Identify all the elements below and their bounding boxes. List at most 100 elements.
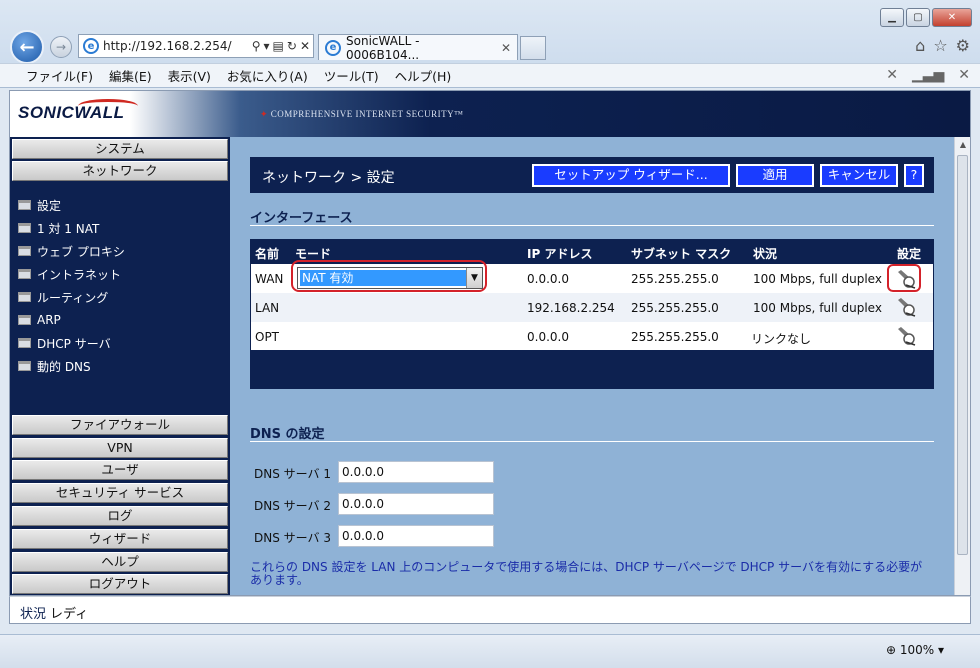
if-status: 100 Mbps, full duplex: [753, 272, 882, 286]
folder-icon: [18, 269, 31, 279]
if-mask: 255.255.255.0: [631, 330, 719, 344]
if-ip: 0.0.0.0: [527, 272, 569, 286]
zoom-level: 100%: [899, 643, 935, 657]
close-bar-icon[interactable]: ✕: [886, 67, 898, 83]
dns-server-3-input[interactable]: 0.0.0.0: [338, 525, 494, 547]
status-label: 状況: [20, 607, 47, 622]
logo-swoosh-icon: [78, 99, 138, 113]
back-button[interactable]: ←: [10, 30, 44, 64]
sidebar-item-dynamic-dns[interactable]: 動的 DNS: [18, 356, 91, 376]
col-config: 設定: [897, 247, 922, 261]
refresh-icon[interactable]: ↻: [287, 39, 297, 53]
sidebar-item-routing[interactable]: ルーティング: [18, 287, 108, 307]
tab-close-icon[interactable]: ✕: [501, 41, 511, 55]
table-row-lan: LAN 192.168.2.254 255.255.255.0 100 Mbps…: [251, 293, 933, 322]
sonicwall-logo: SONICWALL: [18, 97, 138, 129]
sidebar-help-button[interactable]: ヘルプ: [12, 552, 228, 572]
sidebar-item-label: ウェブ プロキシ: [37, 244, 125, 259]
menu-tools[interactable]: ツール(T): [324, 66, 379, 85]
menu-file[interactable]: ファイル(F): [26, 66, 93, 85]
sidebar: システム ネットワーク 設定 1 対 1 NAT ウェブ プロキシ イントラネッ…: [10, 137, 230, 595]
sidebar-security-services-button[interactable]: セキュリティ サービス: [12, 483, 228, 503]
dns-server-2-label: DNS サーバ 2: [254, 499, 331, 513]
dns-server-2-input[interactable]: 0.0.0.0: [338, 493, 494, 515]
table-footer: [251, 350, 933, 388]
if-name: OPT: [255, 330, 280, 344]
configure-wrench-icon[interactable]: [895, 297, 917, 317]
browser-statusbar: ⊕ 100% ▾: [0, 634, 980, 668]
sidebar-item-dhcp-server[interactable]: DHCP サーバ: [18, 333, 111, 353]
new-tab-button[interactable]: [520, 36, 546, 60]
sidebar-item-label: イントラネット: [37, 267, 122, 282]
configure-wrench-icon[interactable]: [895, 326, 917, 346]
sidebar-item-settings[interactable]: 設定: [18, 195, 61, 215]
maximize-button[interactable]: ▢: [906, 8, 930, 27]
sidebar-item-arp[interactable]: ARP: [18, 310, 61, 330]
gear-icon[interactable]: ⚙: [956, 36, 970, 55]
apply-button[interactable]: 適用: [736, 164, 814, 187]
menu-help[interactable]: ヘルプ(H): [395, 66, 452, 85]
dropdown-icon[interactable]: ▾: [264, 39, 270, 53]
stop-icon[interactable]: ✕: [300, 39, 310, 53]
col-name: 名前: [255, 247, 280, 261]
sidebar-network-button[interactable]: ネットワーク: [12, 161, 228, 181]
menu-view[interactable]: 表示(V): [168, 66, 211, 85]
home-icon[interactable]: ⌂: [915, 36, 925, 55]
sidebar-item-one-to-one-nat[interactable]: 1 対 1 NAT: [18, 218, 99, 238]
menu-favorites[interactable]: お気に入り(A): [227, 66, 308, 85]
close-menu-icon[interactable]: ✕: [958, 67, 970, 83]
sidebar-item-label: ARP: [37, 313, 61, 327]
close-window-button[interactable]: ✕: [932, 8, 972, 27]
sidebar-item-label: 1 対 1 NAT: [37, 221, 100, 236]
if-name: WAN: [255, 272, 284, 286]
sidebar-users-button[interactable]: ユーザ: [12, 460, 228, 480]
sidebar-log-button[interactable]: ログ: [12, 506, 228, 526]
scroll-thumb[interactable]: [957, 155, 968, 555]
folder-icon: [18, 315, 31, 325]
sidebar-vpn-button[interactable]: VPN: [12, 438, 228, 458]
page-titlebar: ネットワーク > 設定 セットアップ ウィザード... 適用 キャンセル ?: [250, 157, 934, 193]
minimize-button[interactable]: ▁: [880, 8, 904, 27]
web-page: SONICWALL ✦ COMPREHENSIVE INTERNET SECUR…: [9, 90, 971, 596]
if-mask: 255.255.255.0: [631, 272, 719, 286]
ie-page-icon: e: [83, 38, 99, 54]
search-icon[interactable]: ⚲: [252, 39, 261, 53]
dns-note: これらの DNS 設定を LAN 上のコンピュータで使用する場合には、DHCP …: [250, 560, 923, 587]
col-mask: サブネット マスク: [631, 247, 732, 261]
sidebar-item-web-proxy[interactable]: ウェブ プロキシ: [18, 241, 125, 261]
browser-tab[interactable]: e SonicWALL - 0006B104... ✕: [318, 33, 518, 62]
setup-wizard-button[interactable]: セットアップ ウィザード...: [532, 164, 730, 187]
sidebar-wizard-button[interactable]: ウィザード: [12, 529, 228, 549]
sidebar-item-label: DHCP サーバ: [37, 336, 111, 351]
sidebar-item-intranet[interactable]: イントラネット: [18, 264, 121, 284]
dns-divider: [250, 441, 934, 442]
menu-edit[interactable]: 編集(E): [109, 66, 152, 85]
dns-server-1-input[interactable]: 0.0.0.0: [338, 461, 494, 483]
table-row-wan: WAN NAT 有効 ▼ 0.0.0.0 255.255.255.0 100 M…: [251, 260, 933, 293]
folder-icon: [18, 292, 31, 302]
signal-icon: ▁▃▅: [911, 67, 945, 83]
tab-title: SonicWALL - 0006B104...: [346, 33, 420, 62]
sidebar-firewall-button[interactable]: ファイアウォール: [12, 415, 228, 435]
sidebar-logout-button[interactable]: ログアウト: [12, 574, 228, 594]
address-text: http://192.168.2.254/: [103, 39, 232, 53]
col-ip: IP アドレス: [527, 247, 593, 261]
address-tools: ⚲ ▾ ▤ ↻ ✕: [252, 39, 313, 53]
address-bar[interactable]: e http://192.168.2.254/ ⚲ ▾ ▤ ↻ ✕: [78, 34, 314, 58]
cancel-button[interactable]: キャンセル: [820, 164, 898, 187]
zoom-control[interactable]: ⊕ 100% ▾: [886, 643, 944, 657]
compat-view-icon[interactable]: ▤: [273, 39, 284, 53]
sidebar-system-button[interactable]: システム: [12, 139, 228, 159]
scroll-up-icon[interactable]: ▲: [958, 140, 968, 149]
help-button[interactable]: ?: [904, 164, 924, 187]
favorites-star-icon[interactable]: ☆: [933, 36, 947, 55]
menu-bar: ファイル(F) 編集(E) 表示(V) お気に入り(A) ツール(T) ヘルプ(…: [0, 63, 980, 87]
folder-icon: [18, 223, 31, 233]
highlight-ring-config: [887, 264, 921, 292]
vertical-scrollbar[interactable]: ▲: [954, 137, 970, 595]
forward-button[interactable]: →: [50, 36, 72, 58]
page-title: ネットワーク > 設定: [262, 170, 395, 186]
if-status: 100 Mbps, full duplex: [753, 301, 882, 315]
if-ip: 192.168.2.254: [527, 301, 615, 315]
browser-toolbar-icons: ⌂ ☆ ⚙: [915, 36, 970, 55]
